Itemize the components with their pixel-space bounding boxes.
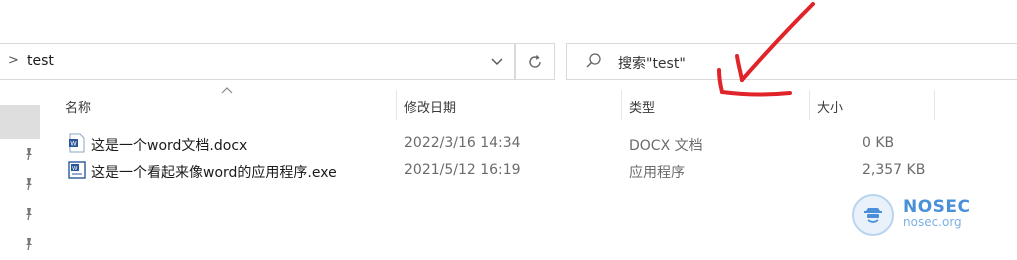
watermark-subtitle: nosec.org [903, 215, 962, 229]
file-size: 2,357 KB [862, 162, 926, 178]
file-row[interactable]: W 这是一个word文档.docx 2022/3/16 14:34 DOCX 文… [60, 130, 940, 156]
word-document-icon: W [69, 133, 85, 153]
refresh-button[interactable] [515, 43, 555, 80]
sort-ascending-icon [221, 87, 233, 94]
chevron-down-icon[interactable] [484, 52, 510, 72]
refresh-icon [529, 54, 541, 68]
pin-icon[interactable] [22, 147, 36, 161]
file-type: 应用程序 [629, 165, 685, 181]
file-row[interactable]: W 这是一个看起来像word的应用程序.exe 2021/5/12 16:19 … [60, 157, 940, 183]
pin-icon[interactable] [22, 237, 36, 251]
column-header-modified[interactable]: 修改日期 [404, 97, 456, 116]
column-header-name[interactable]: 名称 [65, 97, 91, 116]
address-bar[interactable] [0, 43, 515, 80]
svg-text:W: W [72, 166, 78, 172]
watermark-title: NOSEC [903, 197, 971, 217]
pin-icon[interactable] [22, 207, 36, 221]
file-name[interactable]: 这是一个word文档.docx [91, 135, 247, 155]
nav-selected-item[interactable] [0, 105, 40, 139]
search-placeholder[interactable]: 搜索"test" [618, 53, 686, 73]
file-name[interactable]: 这是一个看起来像word的应用程序.exe [91, 162, 337, 182]
address-path-text[interactable]: test [27, 53, 54, 69]
pin-icon[interactable] [22, 177, 36, 191]
svg-text:W: W [70, 140, 77, 148]
file-size: 0 KB [862, 135, 895, 151]
file-modified: 2021/5/12 16:19 [404, 162, 521, 178]
column-divider[interactable] [934, 90, 935, 120]
breadcrumb-chevron-icon[interactable]: > [8, 53, 19, 68]
file-type: DOCX 文档 [629, 138, 703, 154]
search-icon [586, 53, 601, 68]
red-arrow-annotation [717, 2, 815, 97]
nosec-logo-icon [852, 194, 894, 236]
column-divider[interactable] [621, 90, 622, 120]
column-divider[interactable] [396, 90, 397, 120]
file-modified: 2022/3/16 14:34 [404, 135, 521, 151]
word-lookalike-exe-icon: W [68, 161, 86, 179]
column-header-type[interactable]: 类型 [629, 97, 655, 116]
